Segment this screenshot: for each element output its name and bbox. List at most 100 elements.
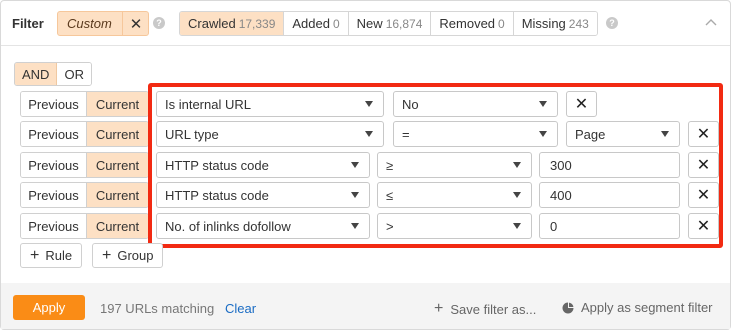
field-select[interactable]: Is internal URL bbox=[156, 91, 384, 117]
custom-filter-chip[interactable]: Custom ✕ bbox=[57, 11, 149, 36]
operator-select[interactable]: ≥ bbox=[377, 152, 532, 178]
field-value: Is internal URL bbox=[165, 96, 251, 112]
remove-rule-button[interactable]: ✕ bbox=[688, 213, 719, 239]
field-select[interactable]: URL type bbox=[156, 121, 384, 147]
remove-rule-button[interactable]: ✕ bbox=[688, 121, 719, 147]
tab-removed[interactable]: Removed 0 bbox=[431, 12, 514, 35]
field-value: HTTP status code bbox=[165, 187, 269, 203]
segment-tabs: Crawled 17,339 Added 0 New 16,874 Remove… bbox=[179, 11, 598, 36]
add-rule-button[interactable]: + Rule bbox=[20, 243, 83, 268]
operator-value: ≤ bbox=[386, 187, 394, 203]
filter-title: Filter bbox=[12, 16, 44, 31]
filter-header: Filter Custom ✕ ? Crawled 17,339 Added 0… bbox=[1, 1, 730, 45]
custom-filter-label: Custom bbox=[67, 16, 112, 31]
close-icon: ✕ bbox=[696, 218, 711, 235]
tab-label: Missing bbox=[521, 16, 566, 31]
field-select[interactable]: HTTP status code bbox=[156, 182, 370, 208]
field-select[interactable]: No. of inlinks dofollow bbox=[156, 213, 370, 239]
tab-label: New bbox=[356, 16, 383, 31]
plus-icon: + bbox=[30, 246, 40, 264]
apply-button[interactable]: Apply bbox=[13, 295, 85, 320]
caret-down-icon bbox=[539, 131, 547, 137]
previous-button[interactable]: Previous bbox=[21, 214, 87, 238]
remove-rule-button[interactable]: ✕ bbox=[688, 182, 719, 208]
operator-value: = bbox=[402, 126, 410, 142]
value-input[interactable]: 300 bbox=[539, 152, 680, 178]
tab-new[interactable]: New 16,874 bbox=[348, 12, 432, 35]
divider bbox=[1, 45, 730, 46]
tab-count: 17,339 bbox=[238, 16, 276, 31]
previous-current-toggle: Previous Current bbox=[20, 152, 149, 178]
operator-value: > bbox=[386, 218, 394, 234]
close-icon: ✕ bbox=[574, 96, 589, 113]
add-group-label: Group bbox=[117, 248, 154, 263]
filter-rule-row: Previous Current HTTP status code ≥ 300 … bbox=[1, 152, 730, 178]
or-button[interactable]: OR bbox=[57, 63, 91, 85]
operator-select[interactable]: > bbox=[377, 213, 532, 239]
operator-select[interactable]: ≤ bbox=[377, 182, 532, 208]
operator-value: ≥ bbox=[386, 157, 394, 173]
caret-down-icon bbox=[513, 223, 521, 229]
tab-count: 0 bbox=[332, 16, 340, 31]
value-text: Page bbox=[575, 126, 606, 142]
pie-chart-icon bbox=[562, 302, 574, 313]
clear-link[interactable]: Clear bbox=[225, 301, 256, 316]
caret-down-icon bbox=[365, 101, 373, 107]
previous-current-toggle: Previous Current bbox=[20, 91, 149, 117]
close-icon[interactable]: ✕ bbox=[122, 12, 149, 35]
tab-count: 243 bbox=[568, 16, 589, 31]
current-button[interactable]: Current bbox=[87, 153, 148, 177]
previous-button[interactable]: Previous bbox=[21, 122, 87, 146]
filter-rule-row: Previous Current Is internal URL No ✕ bbox=[1, 91, 730, 117]
value-input[interactable]: 0 bbox=[539, 213, 680, 239]
apply-segment-button[interactable]: Apply as segment filter bbox=[562, 300, 713, 315]
current-button[interactable]: Current bbox=[87, 214, 148, 238]
operator-select[interactable]: = bbox=[393, 121, 558, 147]
help-icon[interactable]: ? bbox=[606, 17, 618, 29]
field-value: HTTP status code bbox=[165, 157, 269, 173]
chevron-up-icon[interactable] bbox=[705, 15, 717, 29]
current-button[interactable]: Current bbox=[87, 183, 148, 207]
plus-icon: + bbox=[434, 300, 444, 317]
save-filter-button[interactable]: + Save filter as... bbox=[434, 300, 536, 318]
close-icon: ✕ bbox=[696, 157, 711, 174]
operator-select[interactable]: No bbox=[393, 91, 558, 117]
field-value: URL type bbox=[165, 126, 219, 142]
caret-down-icon bbox=[539, 101, 547, 107]
tab-count: 0 bbox=[498, 16, 505, 31]
filter-rule-row: Previous Current No. of inlinks dofollow… bbox=[1, 213, 730, 239]
tab-added[interactable]: Added 0 bbox=[284, 12, 349, 35]
value-text: 0 bbox=[550, 218, 558, 234]
previous-button[interactable]: Previous bbox=[21, 153, 87, 177]
apply-segment-label: Apply as segment filter bbox=[581, 300, 713, 315]
caret-down-icon bbox=[513, 162, 521, 168]
current-button[interactable]: Current bbox=[87, 92, 148, 116]
tab-label: Removed bbox=[439, 16, 496, 31]
previous-button[interactable]: Previous bbox=[21, 92, 87, 116]
filter-rule-row: Previous Current URL type = Page ✕ bbox=[1, 121, 730, 147]
match-count: 197 URLs matching bbox=[100, 301, 215, 316]
operator-value: No bbox=[402, 96, 419, 112]
previous-current-toggle: Previous Current bbox=[20, 213, 149, 239]
value-input[interactable]: 400 bbox=[539, 182, 680, 208]
caret-down-icon bbox=[351, 223, 359, 229]
tab-crawled[interactable]: Crawled 17,339 bbox=[180, 12, 285, 35]
previous-button[interactable]: Previous bbox=[21, 183, 87, 207]
field-select[interactable]: HTTP status code bbox=[156, 152, 370, 178]
plus-icon: + bbox=[102, 246, 112, 264]
remove-rule-button[interactable]: ✕ bbox=[566, 91, 597, 117]
remove-rule-button[interactable]: ✕ bbox=[688, 152, 719, 178]
close-icon: ✕ bbox=[696, 126, 711, 143]
filter-rule-row: Previous Current HTTP status code ≤ 400 … bbox=[1, 182, 730, 208]
and-button[interactable]: AND bbox=[15, 63, 58, 85]
tab-count: 16,874 bbox=[385, 16, 423, 31]
tab-missing[interactable]: Missing 243 bbox=[513, 12, 597, 35]
help-icon[interactable]: ? bbox=[153, 17, 165, 29]
save-filter-label: Save filter as... bbox=[450, 301, 537, 317]
caret-down-icon bbox=[365, 131, 373, 137]
field-value: No. of inlinks dofollow bbox=[165, 218, 291, 234]
add-group-button[interactable]: + Group bbox=[92, 243, 164, 268]
tab-label: Added bbox=[292, 16, 330, 31]
current-button[interactable]: Current bbox=[87, 122, 148, 146]
value-select[interactable]: Page bbox=[566, 121, 680, 147]
